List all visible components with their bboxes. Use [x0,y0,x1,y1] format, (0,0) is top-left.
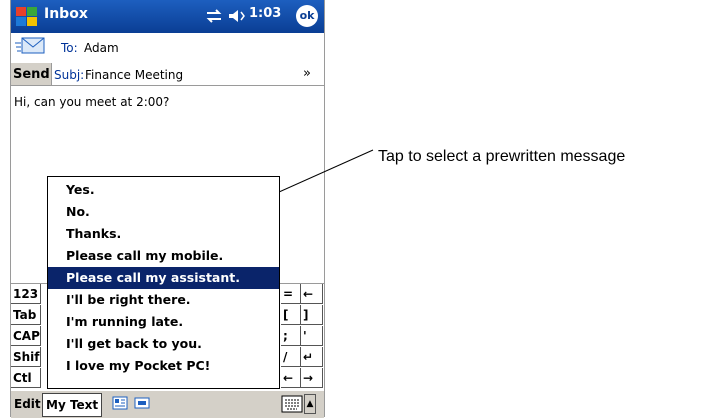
list-item[interactable]: I'm running late. [48,311,279,333]
list-item[interactable]: I'll be right there. [48,289,279,311]
list-item[interactable]: Please call my mobile. [48,245,279,267]
list-item[interactable]: I love my Pocket PC! [48,355,279,377]
list-item[interactable]: I'll get back to you. [48,333,279,355]
list-item[interactable]: Thanks. [48,223,279,245]
callout-text: Tap to select a prewritten message [378,148,626,165]
list-item-selected[interactable]: Please call my assistant. [48,267,279,289]
list-item[interactable]: No. [48,201,279,223]
list-item[interactable]: Yes. [48,179,279,201]
my-text-list: Yes. No. Thanks. Please call my mobile. … [47,176,280,389]
